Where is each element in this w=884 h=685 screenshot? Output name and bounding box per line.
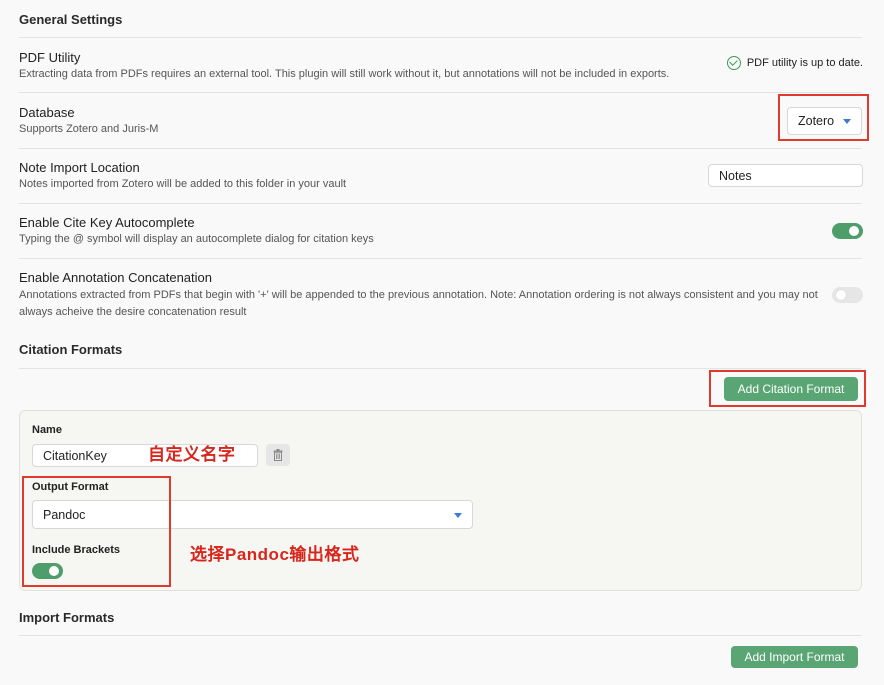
trash-icon [273,449,283,461]
divider [19,92,862,93]
note-import-folder-input[interactable]: Notes [708,164,863,187]
import-formats-heading: Import Formats [19,610,115,625]
highlight-box-add-citation [709,370,866,407]
pdf-utility-status: PDF utility is up to date. [726,56,863,70]
toggle-knob [836,290,846,300]
database-description: Supports Zotero and Juris-M [19,123,159,135]
pdf-utility-title: PDF Utility [19,50,81,65]
divider [19,635,862,636]
cite-key-toggle[interactable] [832,223,863,239]
highlight-box-database [778,94,869,141]
database-title: Database [19,105,75,120]
annotation-concat-toggle[interactable] [832,287,863,303]
add-import-format-button[interactable]: Add Import Format [731,646,858,668]
citation-formats-heading: Citation Formats [19,342,123,357]
divider [19,368,862,369]
chevron-down-icon [454,512,462,518]
pdf-utility-description: Extracting data from PDFs requires an ex… [19,68,670,80]
annotation-select-pandoc: 选择Pandoc输出格式 [190,545,360,564]
cite-key-title: Enable Cite Key Autocomplete [19,215,195,230]
toggle-knob [849,226,859,236]
delete-format-button[interactable] [266,444,290,466]
check-circle-icon [726,56,741,70]
note-import-title: Note Import Location [19,160,140,175]
divider [19,203,862,204]
divider [19,148,862,149]
general-settings-heading: General Settings [19,12,123,27]
divider [19,37,862,38]
annotation-concat-title: Enable Annotation Concatenation [19,270,212,285]
note-import-description: Notes imported from Zotero will be added… [19,178,347,190]
highlight-box-output-format [22,476,171,587]
annotation-concat-description: Annotations extracted from PDFs that beg… [19,289,818,318]
format-name-label: Name [32,424,62,436]
divider [19,258,862,259]
annotation-custom-name: 自定义名字 [148,445,236,464]
cite-key-description: Typing the @ symbol will display an auto… [19,233,374,245]
pdf-utility-status-text: PDF utility is up to date. [746,57,863,69]
